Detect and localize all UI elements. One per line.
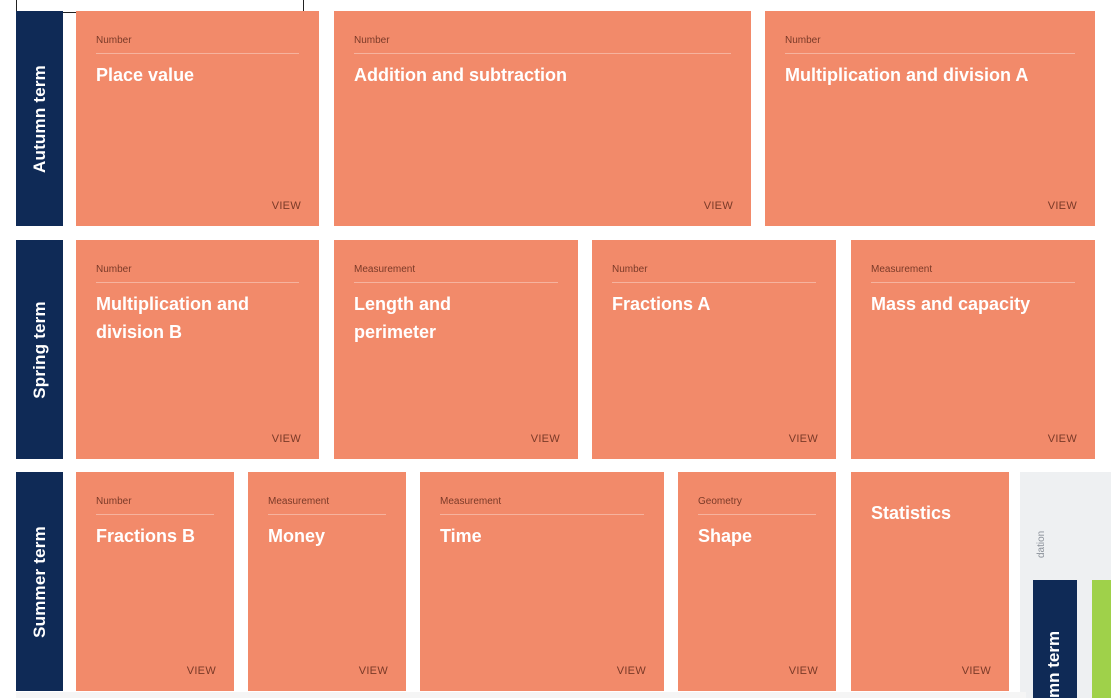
card-title: Length and perimeter [354, 294, 451, 342]
card-title: Statistics [871, 503, 952, 523]
term-label-text: Autumn term [29, 64, 49, 173]
topic-card-length-perimeter[interactable]: Measurement Length and perimeter VIEW [334, 240, 578, 459]
view-link[interactable]: VIEW [704, 200, 733, 212]
topic-card-multiplication-division-a[interactable]: Number Multiplication and division A VIE… [765, 11, 1095, 226]
topic-card-fractions-a[interactable]: Number Fractions A VIEW [592, 240, 836, 459]
green-strip [1092, 580, 1111, 698]
card-title: Mass and capacity [871, 294, 1031, 314]
card-title: Time [440, 526, 482, 546]
card-divider [354, 282, 558, 283]
card-category: Measurement [268, 496, 330, 507]
topic-card-time[interactable]: Measurement Time VIEW [420, 472, 664, 691]
view-link[interactable]: VIEW [789, 433, 818, 445]
term-label-text: Summer term [29, 525, 49, 638]
topic-card-fractions-b[interactable]: Number Fractions B VIEW [76, 472, 234, 691]
card-category: Measurement [440, 496, 502, 507]
card-category: Number [96, 496, 132, 507]
next-year-side-label: dation [1036, 530, 1047, 558]
view-link[interactable]: VIEW [359, 665, 388, 677]
card-title: Multiplication and division A [785, 65, 1029, 85]
view-link[interactable]: VIEW [1048, 200, 1077, 212]
card-title: Shape [698, 526, 753, 546]
card-divider [96, 282, 299, 283]
card-divider [96, 53, 299, 54]
topic-card-addition-subtraction[interactable]: Number Addition and subtraction VIEW [334, 11, 751, 226]
view-link[interactable]: VIEW [272, 433, 301, 445]
card-category: Measurement [354, 264, 416, 275]
bottom-edge-strip [16, 692, 1026, 698]
card-divider [96, 514, 214, 515]
topic-card-mass-capacity[interactable]: Measurement Mass and capacity VIEW [851, 240, 1095, 459]
card-divider [785, 53, 1075, 54]
view-link[interactable]: VIEW [617, 665, 646, 677]
card-category: Number [785, 35, 821, 46]
next-term-label: mn term [1033, 580, 1077, 698]
card-title: Money [268, 526, 326, 546]
card-divider [354, 53, 731, 54]
card-title: Place value [96, 65, 195, 85]
next-term-label-text: mn term [1044, 630, 1063, 698]
card-title: Fractions B [96, 526, 196, 546]
term-label-summer: Summer term [16, 472, 63, 691]
card-divider [440, 514, 644, 515]
card-category: Number [96, 35, 132, 46]
view-link[interactable]: VIEW [272, 200, 301, 212]
card-category: Geometry [698, 496, 742, 507]
card-divider [612, 282, 816, 283]
card-divider [871, 282, 1075, 283]
term-label-spring: Spring term [16, 240, 63, 459]
topic-card-place-value[interactable]: Number Place value VIEW [76, 11, 319, 226]
topic-card-statistics[interactable]: Statistics VIEW [851, 472, 1009, 691]
view-link[interactable]: VIEW [1048, 433, 1077, 445]
card-divider [698, 514, 816, 515]
card-divider [268, 514, 386, 515]
card-category: Number [354, 35, 390, 46]
topic-card-money[interactable]: Measurement Money VIEW [248, 472, 406, 691]
term-label-autumn: Autumn term [16, 11, 63, 226]
view-link[interactable]: VIEW [962, 665, 991, 677]
card-category: Number [96, 264, 132, 275]
card-title: Multiplication and division B [96, 294, 249, 342]
topic-card-multiplication-division-b[interactable]: Number Multiplication and division B VIE… [76, 240, 319, 459]
card-title: Fractions A [612, 294, 711, 314]
view-link[interactable]: VIEW [531, 433, 560, 445]
view-link[interactable]: VIEW [789, 665, 818, 677]
card-category: Measurement [871, 264, 933, 275]
view-link[interactable]: VIEW [187, 665, 216, 677]
card-category: Number [612, 264, 648, 275]
topic-card-shape[interactable]: Geometry Shape VIEW [678, 472, 836, 691]
term-label-text: Spring term [29, 300, 49, 399]
card-title: Addition and subtraction [354, 65, 567, 85]
